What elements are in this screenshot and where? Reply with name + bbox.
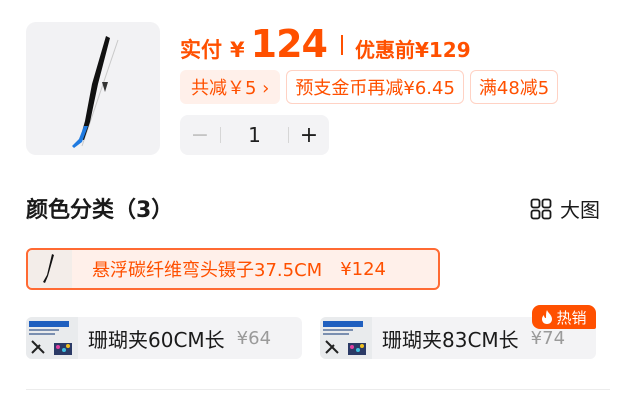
price-divider xyxy=(340,35,343,55)
total-discount-tag[interactable]: 共减￥5 › xyxy=(180,70,281,104)
grid-icon xyxy=(530,198,552,219)
variant-thumbnail xyxy=(26,317,78,359)
original-price-value: ¥129 xyxy=(414,38,471,62)
variant-section-title: 颜色分类（3） xyxy=(26,198,174,223)
variant-label: 悬浮碳纤维弯头镊子37.5CM xyxy=(92,260,323,281)
threshold-discount-tag[interactable]: 满48减5 xyxy=(469,70,559,104)
variant-price: ¥64 xyxy=(236,327,272,349)
coin-discount-tag[interactable]: 预支金币再减¥6.45 xyxy=(286,70,464,104)
promo-row: 共减￥5 › 预支金币再减¥6.45 满48减5 xyxy=(180,70,559,104)
hot-sale-badge: 热销 xyxy=(532,305,596,329)
variant-price: ¥124 xyxy=(340,258,386,280)
variant-price: ¥74 xyxy=(530,327,566,349)
large-view-toggle[interactable]: 大图 xyxy=(530,194,600,223)
section-divider xyxy=(26,389,610,390)
price-row: 实付 ¥ 124 优惠前 ¥129 xyxy=(180,22,471,68)
original-price-label: 优惠前 xyxy=(354,38,415,62)
price-value: 124 xyxy=(250,22,328,66)
variant-label: 珊瑚夹83CM长 xyxy=(382,327,519,352)
flame-icon xyxy=(542,310,553,324)
hot-sale-label: 热销 xyxy=(556,308,587,327)
quantity-stepper: − 1 + xyxy=(180,115,329,155)
variant-thumbnail xyxy=(320,317,372,359)
increase-button[interactable]: + xyxy=(289,115,329,155)
variant-option[interactable]: 珊瑚夹60CM长 ¥64 xyxy=(26,317,302,359)
product-image[interactable] xyxy=(26,22,160,155)
tweezers-image xyxy=(72,36,119,148)
variant-option-selected[interactable]: 悬浮碳纤维弯头镊子37.5CM ¥124 xyxy=(26,248,440,290)
large-view-label: 大图 xyxy=(560,198,600,222)
decrease-button[interactable]: − xyxy=(180,115,220,155)
price-prefix: 实付 xyxy=(180,38,222,62)
variant-thumbnail xyxy=(28,250,72,288)
quantity-value[interactable]: 1 xyxy=(221,123,288,147)
price-currency: ¥ xyxy=(230,38,245,62)
variant-label: 珊瑚夹60CM长 xyxy=(88,327,225,352)
